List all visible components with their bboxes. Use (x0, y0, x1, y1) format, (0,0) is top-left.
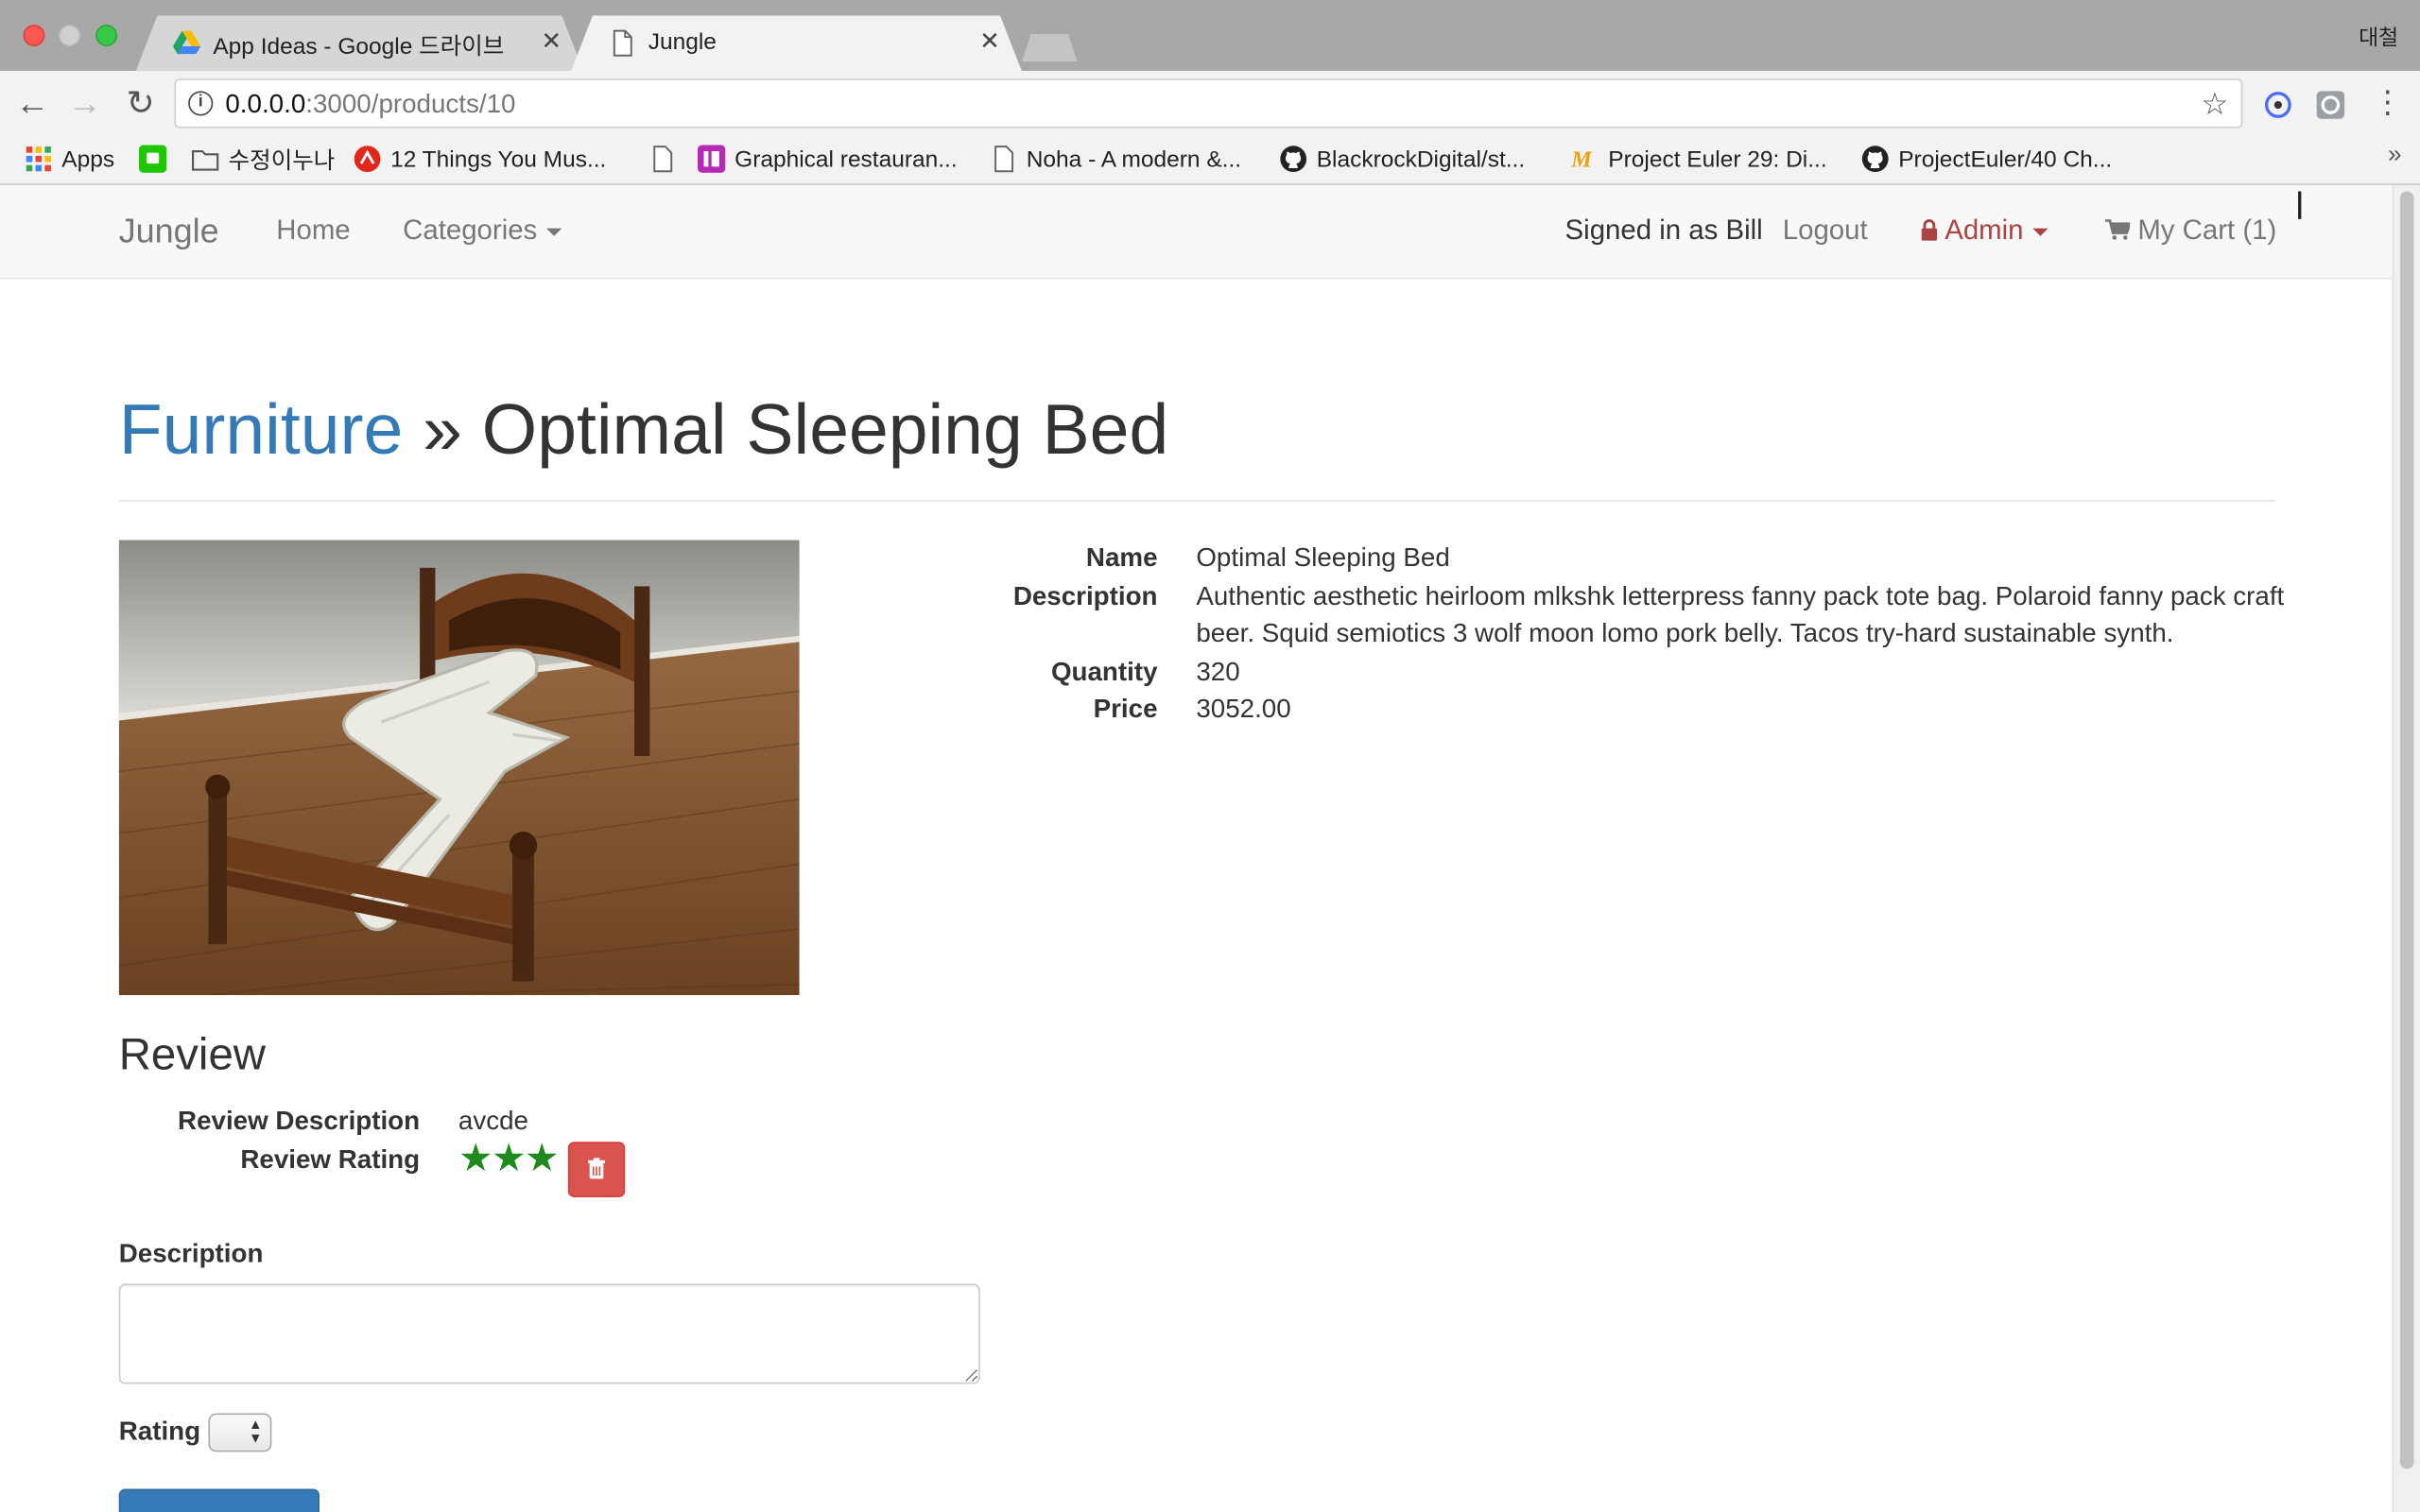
description-value: Authentic aesthetic heirloom mlkshk lett… (1196, 580, 2285, 648)
menu-kebab-icon[interactable]: ⋮ (2368, 83, 2408, 123)
select-arrows-icon: ▲ ▼ (248, 1416, 263, 1446)
quantity-value: 320 (1196, 656, 1240, 686)
tab-app-ideas[interactable]: App Ideas - Google 드라이브 ✕ (136, 15, 583, 71)
profile-name[interactable]: 대철 (2359, 22, 2398, 53)
document-icon (653, 146, 673, 173)
product-image (118, 540, 800, 996)
form-rating-label: Rating (118, 1416, 201, 1446)
logout-link[interactable]: Logout (1783, 215, 1868, 247)
svg-text:M: M (1571, 146, 1593, 172)
window-close-button[interactable] (23, 25, 45, 46)
page-title: Furniture » Optimal Sleeping Bed (119, 387, 1169, 471)
purple-site-icon (697, 145, 726, 173)
google-drive-icon (172, 30, 201, 55)
nav-home-link[interactable]: Home (276, 215, 350, 247)
form-description-label: Description (118, 1239, 264, 1269)
header-divider (118, 499, 2275, 502)
name-label: Name (1085, 542, 1158, 573)
review-description-textarea[interactable] (118, 1283, 980, 1384)
bookmark-graphical-restaurant[interactable]: Graphical restauran... (697, 144, 958, 175)
bookmark-12-things[interactable]: 12 Things You Mus... (354, 144, 606, 175)
bookmark-blackrock[interactable]: BlackrockDigital/st... (1280, 144, 1525, 175)
page-scrollbar[interactable] (2392, 184, 2420, 1512)
folder-icon (192, 149, 219, 171)
document-icon (994, 146, 1014, 173)
close-tab-icon[interactable]: ✕ (979, 26, 1000, 58)
quantity-label: Quantity (1050, 656, 1158, 686)
back-arrow-icon[interactable]: ← (12, 83, 52, 123)
breadcrumb-separator: » (423, 388, 462, 470)
product-details: Name Optimal Sleeping Bed Description Au… (988, 540, 2284, 729)
bookmark-untitled[interactable] (648, 144, 676, 175)
signed-in-text: Signed in as Bill (1564, 214, 1763, 246)
submit-review-button[interactable] (118, 1488, 320, 1512)
shopping-cart-icon (2105, 219, 2132, 240)
my-cart-link[interactable]: My Cart (1) (2105, 215, 2276, 247)
caret-down-icon (2032, 228, 2048, 236)
forward-arrow-icon[interactable]: → (65, 83, 105, 123)
review-rating-label: Review Rating (240, 1144, 421, 1175)
tab-strip: App Ideas - Google 드라이브 ✕ Jungle ✕ 대철 (0, 0, 2420, 72)
github-icon (1861, 146, 1889, 173)
brand-link[interactable]: Jungle (119, 212, 219, 251)
address-bar[interactable]: i 0.0.0.0:3000/products/10 ☆ (174, 78, 2243, 129)
github-icon (1280, 146, 1307, 173)
caret-down-icon (546, 228, 562, 236)
bookmark-star-icon[interactable]: ☆ (2201, 85, 2228, 124)
price-value: 3052.00 (1196, 694, 1291, 724)
browser-toolbar: ← → ↻ i 0.0.0.0:3000/products/10 ☆ ⋮ (0, 71, 2420, 136)
tab-title: Jungle (648, 29, 717, 56)
apps-grid-icon (26, 146, 51, 172)
close-tab-icon[interactable]: ✕ (541, 26, 562, 58)
bookmark-project-euler-40[interactable]: ProjectEuler/40 Ch... (1861, 144, 2112, 175)
description-label: Description (1012, 580, 1158, 610)
review-entry: Review Description avcde Review Rating ★… (119, 1102, 736, 1182)
site-navbar: Jungle Home Categories Signed in as Bill… (0, 184, 2393, 280)
document-icon (613, 29, 632, 57)
review-heading: Review (118, 1030, 266, 1080)
category-link[interactable]: Furniture (119, 388, 404, 469)
rating-select[interactable]: ▲ ▼ (208, 1413, 272, 1452)
red-site-icon (354, 146, 381, 173)
info-icon[interactable]: i (188, 91, 214, 116)
bookmarks-bar: Apps 수정이누나 12 Things You Mus... Graphica… (0, 135, 2420, 185)
product-title: Optimal Sleeping Bed (481, 388, 1169, 470)
window-minimize-button[interactable] (59, 25, 80, 46)
text-cursor (2298, 191, 2302, 219)
bookmark-project-euler-29[interactable]: M Project Euler 29: Di... (1571, 144, 1827, 175)
bookmark-folder[interactable]: 수정이누나 (191, 144, 335, 175)
tab-jungle[interactable]: Jungle ✕ (571, 15, 1022, 71)
trash-icon (588, 1158, 606, 1179)
green-app-icon (138, 145, 167, 173)
bookmark-noha[interactable]: Noha - A modern &... (990, 144, 1241, 175)
extension-gear-icon[interactable] (2315, 90, 2346, 121)
tab-title: App Ideas - Google 드라이브 (213, 33, 505, 60)
name-value: Optimal Sleeping Bed (1196, 542, 1450, 573)
star-rating-icon: ★★★ (458, 1137, 560, 1181)
page-viewport: Jungle Home Categories Signed in as Bill… (0, 184, 2393, 1512)
bookmark-apps[interactable]: Apps (25, 144, 114, 175)
review-description-value: avcde (458, 1106, 528, 1136)
reload-icon[interactable]: ↻ (120, 83, 160, 123)
bookmark-green-app[interactable] (138, 144, 167, 175)
new-tab-button[interactable] (1022, 34, 1078, 61)
extension-circle-icon[interactable] (2263, 90, 2294, 121)
scrollbar-thumb[interactable] (2399, 191, 2414, 1469)
orange-m-icon: M (1571, 146, 1593, 172)
url-text[interactable]: 0.0.0.0:3000/products/10 (225, 90, 515, 121)
nav-categories-dropdown[interactable]: Categories (403, 215, 562, 247)
window-maximize-button[interactable] (95, 25, 118, 46)
delete-review-button[interactable] (567, 1142, 626, 1197)
price-label: Price (1093, 694, 1158, 724)
lock-icon (1921, 219, 1938, 241)
review-description-label: Review Description (178, 1106, 421, 1136)
admin-dropdown[interactable]: Admin (1920, 215, 2048, 247)
more-bookmarks-chevron-icon[interactable]: » (2388, 142, 2402, 169)
